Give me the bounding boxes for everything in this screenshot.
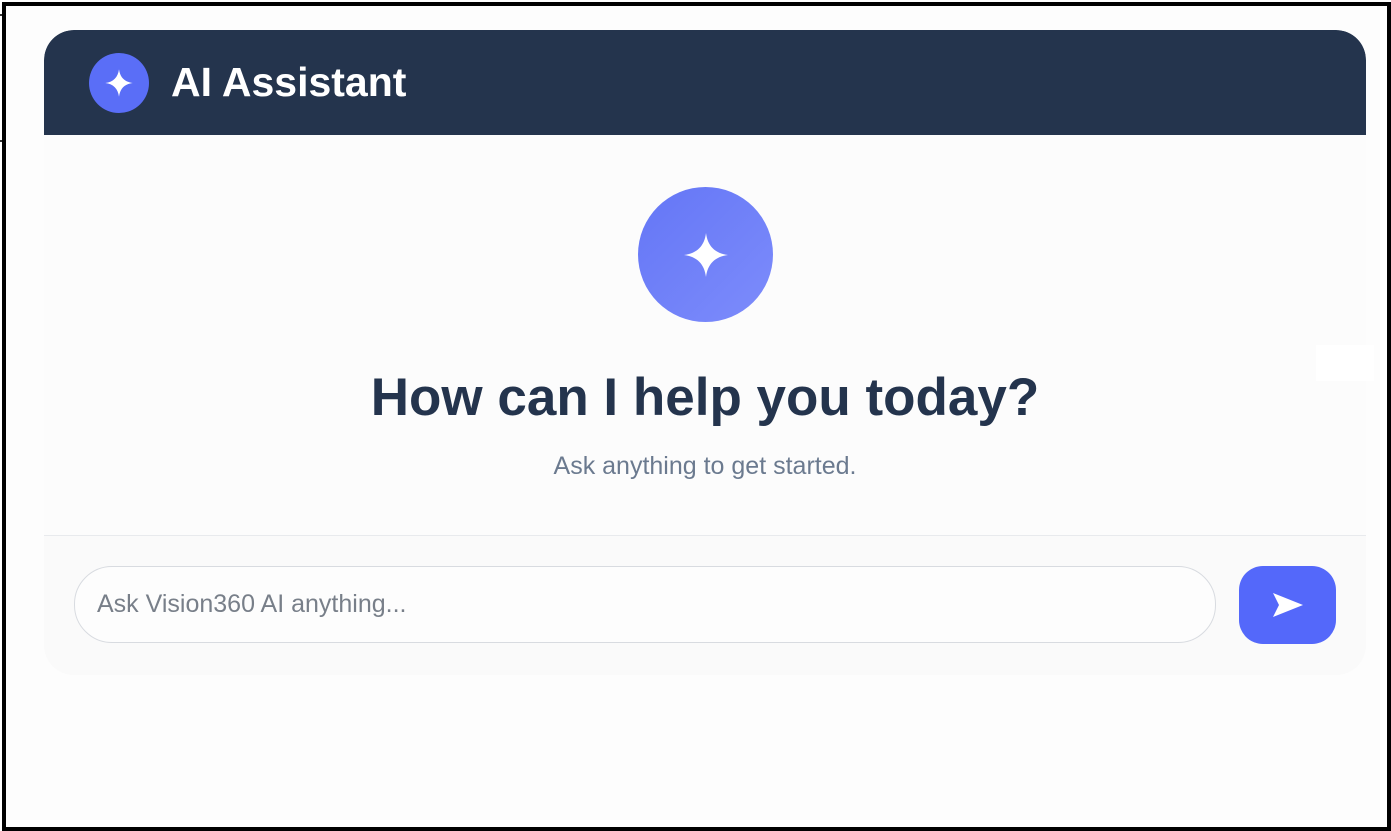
sparkle-icon xyxy=(638,187,773,322)
send-arrow-icon xyxy=(1271,591,1305,619)
welcome-title: How can I help you today? xyxy=(370,368,1040,427)
send-button[interactable] xyxy=(1239,566,1336,644)
message-composer xyxy=(44,535,1366,675)
message-input[interactable] xyxy=(74,566,1216,643)
welcome-area: How can I help you today? Ask anything t… xyxy=(44,135,1366,535)
sparkle-icon xyxy=(89,53,149,113)
welcome-subtitle: Ask anything to get started. xyxy=(553,452,857,480)
header-title: AI Assistant xyxy=(171,59,407,105)
decorative-patch xyxy=(1316,345,1374,381)
chat-panel: AI Assistant How can I help you today? A… xyxy=(44,30,1366,675)
chat-header: AI Assistant xyxy=(44,30,1366,135)
